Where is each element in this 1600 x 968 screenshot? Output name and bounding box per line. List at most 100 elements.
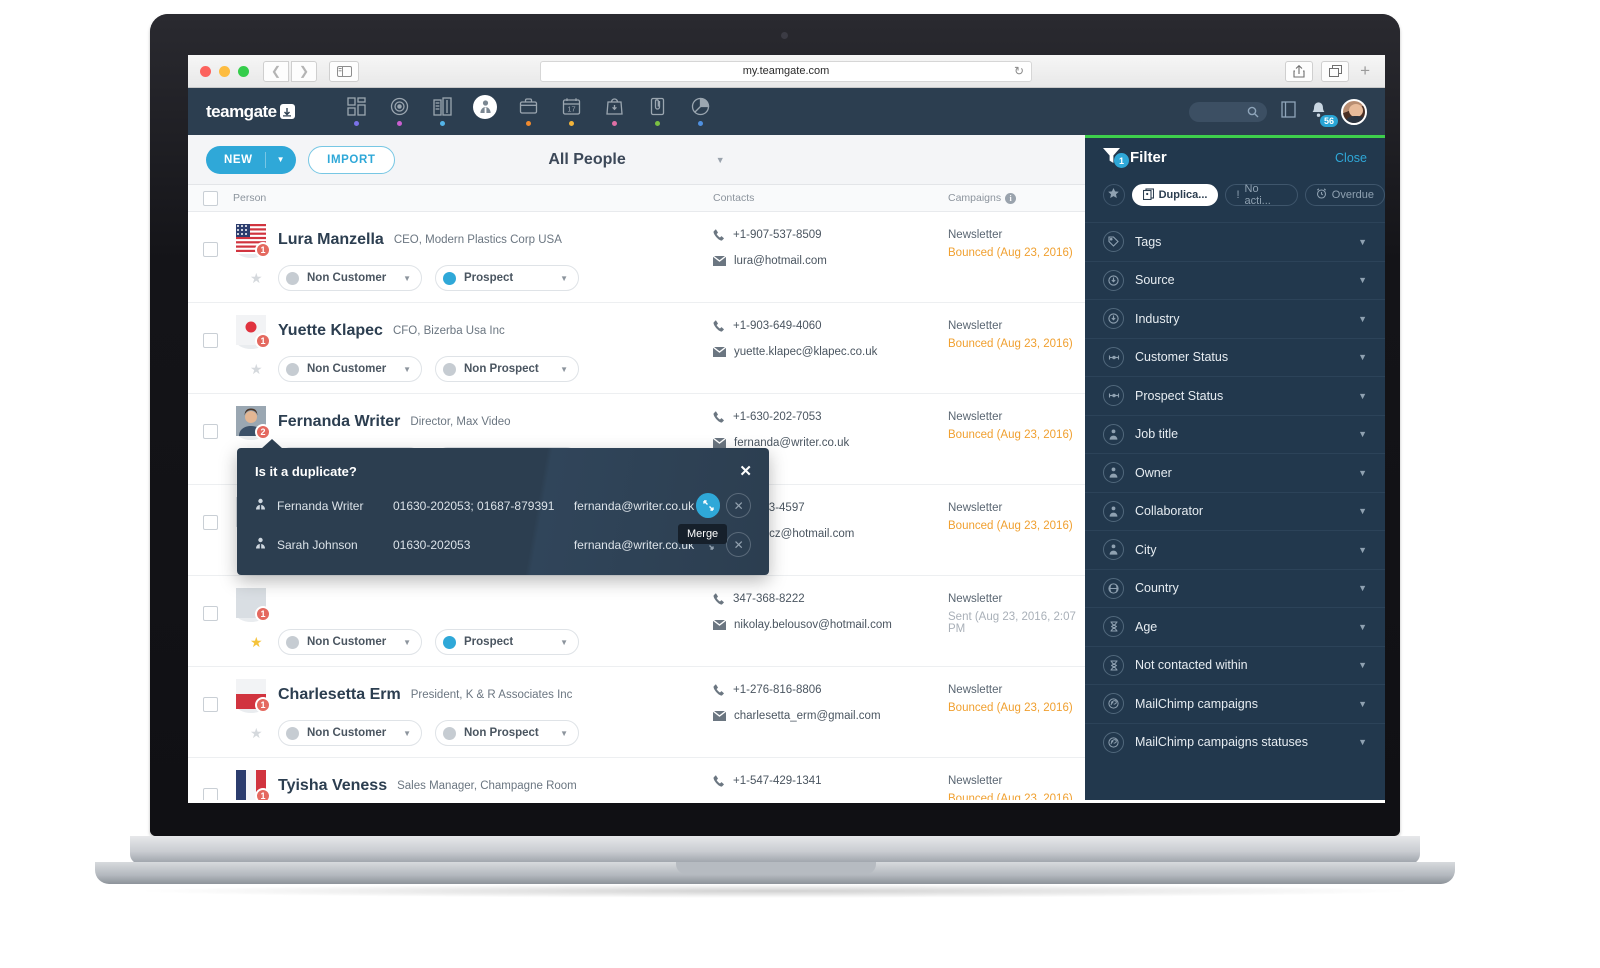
filter-item-prospect-status[interactable]: Prospect Status ▼	[1085, 376, 1385, 415]
row-select-cell[interactable]	[188, 406, 233, 484]
chevron-down-icon[interactable]: ▼	[1358, 314, 1367, 324]
nav-item-dashboard[interactable]	[335, 88, 378, 135]
person-name[interactable]: Charlesetta Erm	[278, 686, 401, 704]
star-icon[interactable]: ★	[250, 634, 263, 651]
contact-phone[interactable]: +1-903-649-4060	[713, 320, 948, 332]
filter-item-mailchimp-campaigns-statuses[interactable]: MailChimp campaigns statuses ▼	[1085, 722, 1385, 762]
filter-item-tags[interactable]: Tags ▼	[1085, 222, 1385, 261]
row-checkbox[interactable]	[203, 242, 218, 257]
star-icon[interactable]: ★	[250, 270, 263, 287]
nav-item-reports[interactable]	[679, 88, 722, 135]
nav-item-people[interactable]	[464, 88, 507, 135]
chevron-down-icon[interactable]: ▼	[560, 274, 568, 283]
column-header-contacts[interactable]: Contacts	[713, 192, 948, 204]
filter-chip-starred[interactable]	[1103, 184, 1125, 206]
customer-status-dropdown[interactable]: Non Customer ▼	[278, 356, 422, 382]
person-name[interactable]: Yuette Klapec	[278, 322, 383, 340]
nav-item-companies[interactable]	[421, 88, 464, 135]
notifications-button[interactable]: 56	[1310, 101, 1338, 127]
close-filter-button[interactable]: Close	[1335, 151, 1367, 165]
prospect-status-dropdown[interactable]: Prospect ▼	[435, 265, 579, 291]
contact-email[interactable]: yuette.klapec@klapec.co.uk	[713, 346, 948, 358]
chevron-down-icon[interactable]: ▼	[403, 638, 411, 647]
contact-phone[interactable]: +1-276-816-8806	[713, 684, 948, 696]
filter-chip-overdue[interactable]: Overdue	[1304, 184, 1385, 206]
table-row[interactable]: 1 Lura Manzella CEO, Modern Plastics Corp …	[188, 212, 1085, 303]
nav-item-shop[interactable]	[593, 88, 636, 135]
contact-phone[interactable]: +1-907-537-8509	[713, 229, 948, 241]
view-selector[interactable]: All People ▼	[548, 151, 724, 169]
table-row[interactable]: 1 ★ Non Customer ▼ Prospect ▼ 347-368-8222 niko…	[188, 576, 1085, 667]
customer-status-dropdown[interactable]: Non Customer ▼	[278, 265, 422, 291]
row-select-cell[interactable]	[188, 588, 233, 666]
duplicate-count-badge[interactable]: 1	[255, 333, 271, 349]
row-checkbox[interactable]	[203, 515, 218, 530]
chevron-down-icon[interactable]: ▼	[403, 365, 411, 374]
row-select-cell[interactable]	[188, 679, 233, 757]
contact-phone[interactable]: 347-368-8222	[713, 593, 948, 605]
row-select-cell[interactable]	[188, 224, 233, 302]
filter-item-job-title[interactable]: Job title ▼	[1085, 414, 1385, 454]
chevron-down-icon[interactable]: ▼	[1358, 545, 1367, 555]
campaign-name[interactable]: Newsletter	[948, 502, 1085, 514]
row-select-cell[interactable]	[188, 770, 233, 800]
merge-icon[interactable]	[695, 493, 721, 518]
app-logo[interactable]: teamgate	[206, 102, 295, 122]
window-controls[interactable]	[200, 65, 249, 77]
row-checkbox[interactable]	[203, 697, 218, 712]
nav-item-calendar[interactable]: 17	[550, 88, 593, 135]
chevron-down-icon[interactable]: ▼	[1358, 506, 1367, 516]
star-icon[interactable]: ★	[250, 725, 263, 742]
row-checkbox[interactable]	[203, 606, 218, 621]
nav-item-target[interactable]	[378, 88, 421, 135]
filter-item-not-contacted-within[interactable]: Not contacted within ▼	[1085, 645, 1385, 685]
chevron-down-icon[interactable]: ▼	[1358, 699, 1367, 709]
import-button[interactable]: IMPORT	[308, 145, 395, 174]
person-name[interactable]: Tyisha Veness	[278, 777, 387, 795]
filter-item-mailchimp-campaigns[interactable]: MailChimp campaigns ▼	[1085, 684, 1385, 723]
row-select-cell[interactable]	[188, 497, 233, 575]
nav-item-deals[interactable]	[507, 88, 550, 135]
contact-phone[interactable]: +1-630-202-7053	[713, 411, 948, 423]
knowledge-base-icon[interactable]	[1281, 100, 1296, 123]
filter-chip-duplicates[interactable]: Duplica...	[1131, 184, 1219, 206]
dismiss-icon[interactable]: ✕	[726, 532, 752, 557]
info-icon[interactable]: i	[1005, 192, 1017, 204]
contact-phone[interactable]: +1-547-429-1341	[713, 775, 948, 787]
contact-email[interactable]: charlesetta_erm@gmail.com	[713, 710, 948, 722]
column-header-campaigns[interactable]: Campaigns i	[948, 192, 1085, 204]
filter-item-city[interactable]: City ▼	[1085, 530, 1385, 569]
campaign-name[interactable]: Newsletter	[948, 320, 1085, 332]
filter-item-country[interactable]: Country ▼	[1085, 568, 1385, 608]
search-input[interactable]	[1189, 101, 1267, 122]
filter-item-industry[interactable]: Industry ▼	[1085, 299, 1385, 338]
close-icon[interactable]: ✕	[739, 462, 752, 480]
customer-status-dropdown[interactable]: Non Customer ▼	[278, 720, 422, 746]
chevron-down-icon[interactable]: ▼	[560, 365, 568, 374]
duplicate-count-badge[interactable]: 1	[255, 242, 271, 258]
chevron-down-icon[interactable]: ▼	[1358, 275, 1367, 285]
star-icon[interactable]: ★	[250, 361, 263, 378]
duplicate-count-badge[interactable]: 1	[255, 788, 271, 800]
campaign-name[interactable]: Newsletter	[948, 775, 1085, 787]
duplicate-count-badge[interactable]: 1	[255, 606, 271, 622]
chevron-down-icon[interactable]: ▼	[560, 638, 568, 647]
avatar[interactable]	[1341, 98, 1367, 125]
chevron-down-icon[interactable]: ▼	[266, 155, 297, 164]
address-bar[interactable]: my.teamgate.com	[540, 60, 1032, 82]
campaign-name[interactable]: Newsletter	[948, 593, 1085, 605]
campaign-name[interactable]: Newsletter	[948, 684, 1085, 696]
table-row[interactable]: 1 Yuette Klapec CFO, Bizerba Usa Inc ★ Non C…	[188, 303, 1085, 394]
chevron-down-icon[interactable]: ▼	[1358, 468, 1367, 478]
contact-email[interactable]: nikolay.belousov@hotmail.com	[713, 619, 948, 631]
filter-item-source[interactable]: Source ▼	[1085, 260, 1385, 300]
filter-item-age[interactable]: Age ▼	[1085, 607, 1385, 646]
filter-item-collaborator[interactable]: Collaborator ▼	[1085, 491, 1385, 531]
share-icon[interactable]	[1285, 60, 1314, 82]
contact-email[interactable]: lura@hotmail.com	[713, 255, 948, 267]
maximize-window-button[interactable]	[238, 65, 249, 77]
prospect-status-dropdown[interactable]: Non Prospect ▼	[435, 720, 579, 746]
campaign-name[interactable]: Newsletter	[948, 411, 1085, 423]
chevron-down-icon[interactable]: ▼	[716, 155, 725, 165]
chevron-down-icon[interactable]: ▼	[1358, 352, 1367, 362]
